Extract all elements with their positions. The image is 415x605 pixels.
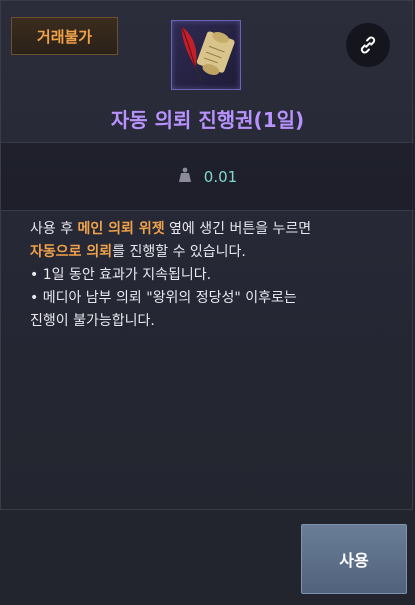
use-button[interactable]: 사용 [301,524,407,594]
divider [1,210,414,211]
item-tooltip-panel: 거래불가 자동 의뢰 진행권(1일) 0.01 사용 후 메인 의뢰 위젯 옆에… [0,0,414,510]
desc-bullet-restriction-cont: 진행이 불가능합니다. [30,313,155,329]
desc-highlight-main-quest-widget: 메인 의뢰 위젯 [77,221,165,237]
desc-highlight-auto-quest: 자동으로 의뢰 [30,244,113,260]
untradeable-label: 거래불가 [36,27,93,46]
untradeable-badge: 거래불가 [11,17,118,55]
desc-text: 옆에 생긴 버튼을 누르면 [164,221,312,237]
quill-and-scroll-icon [171,20,241,90]
desc-text: 를 진행할 수 있습니다. [112,244,246,260]
weight-icon [178,167,192,187]
item-description: 사용 후 메인 의뢰 위젯 옆에 생긴 버튼을 누르면 자동으로 의뢰를 진행할… [30,218,400,333]
chain-link-icon[interactable] [346,23,390,67]
desc-bullet-duration: • 1일 동안 효과가 지속됩니다. [30,267,212,283]
weight-row: 0.01 [1,143,414,210]
desc-text: 사용 후 [30,221,78,237]
weight-value: 0.01 [203,167,238,186]
desc-bullet-restriction: • 메디아 남부 의뢰 "왕위의 정당성" 이후로는 [30,290,297,306]
item-title: 자동 의뢰 진행권(1일) [110,108,305,132]
use-button-label: 사용 [339,551,369,570]
